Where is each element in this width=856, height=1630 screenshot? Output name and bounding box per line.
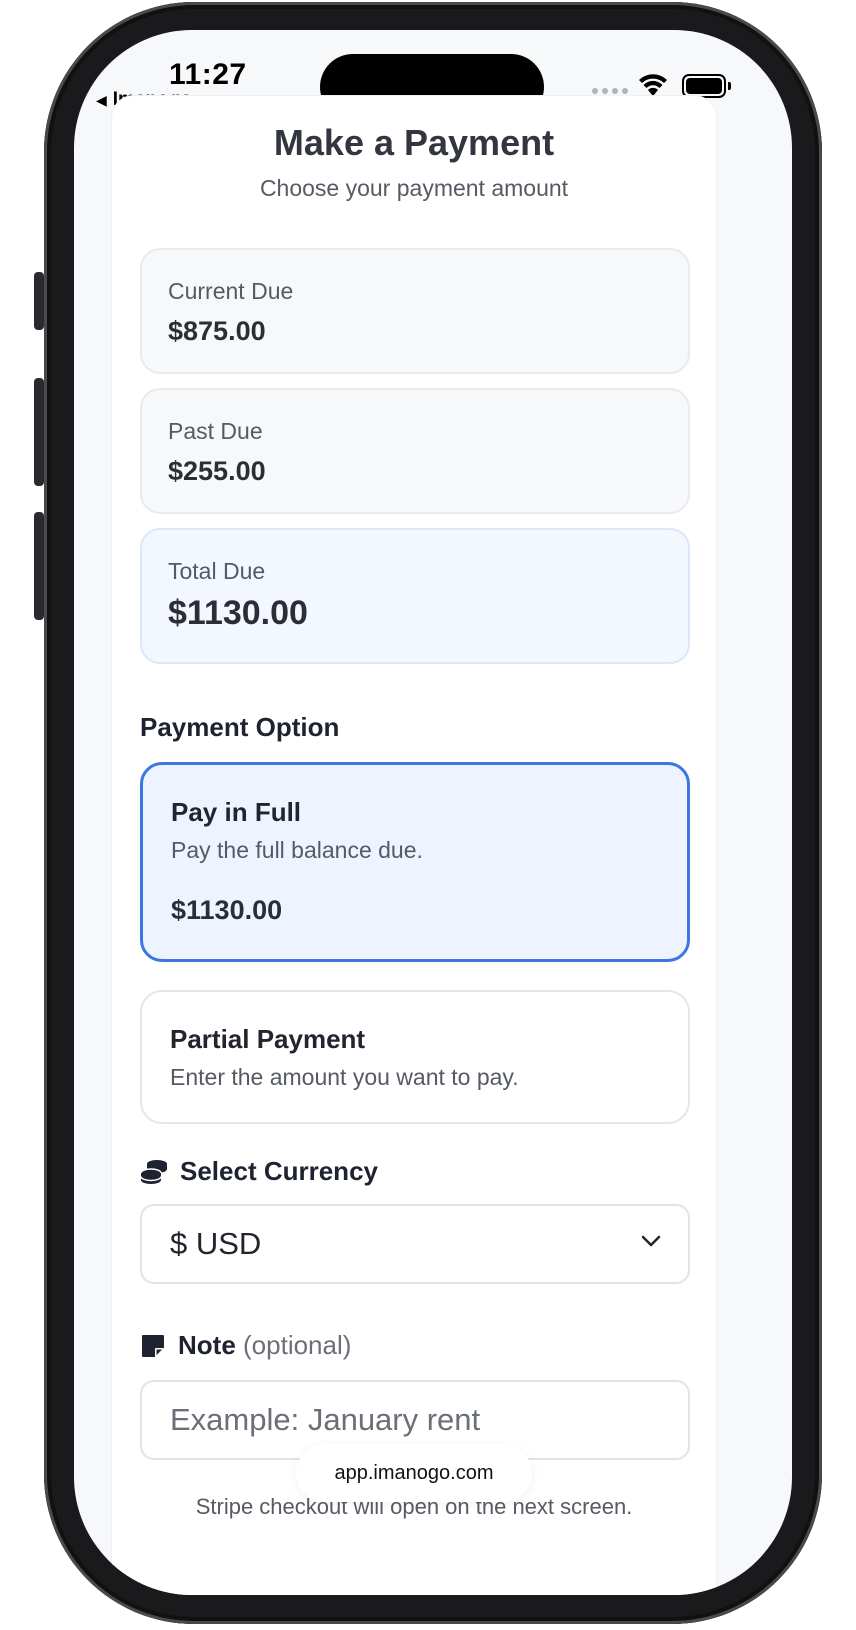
partial-payment-description: Enter the amount you want to pay. [170,1064,519,1090]
pay-in-full-description: Pay the full balance due. [171,837,423,863]
total-due-amount: $1130.00 [168,594,308,632]
total-due-box: Total Due $1130.00 [140,528,690,664]
cellular-signal-icon [592,88,628,94]
note-optional-label: (optional) [243,1330,352,1360]
action-button [34,272,44,330]
pay-in-full-option[interactable]: Pay in Full Pay the full balance due. $1… [140,762,690,962]
currency-label-row: Select Currency [140,1156,378,1187]
current-due-amount: $875.00 [168,316,266,346]
total-due-label: Total Due [168,558,266,584]
coins-icon [140,1159,167,1184]
volume-up-button [34,378,44,486]
currency-select[interactable]: $ USD [140,1204,690,1284]
current-due-box: Current Due $875.00 [140,248,690,374]
past-due-box: Past Due $255.00 [140,388,690,514]
page-subtitle: Choose your payment amount [259,175,569,201]
note-label: Note [178,1330,236,1360]
chevron-down-icon [641,1235,661,1247]
phone-screen: 11:27 ◀Imanogo Make a Payment Choose you… [74,30,792,1595]
currency-label: Select Currency [180,1156,378,1186]
past-due-amount: $255.00 [168,456,266,486]
note-label-row: Note (optional) [140,1330,351,1361]
currency-selected-value: $ USD [170,1226,262,1261]
sticky-note-icon [142,1334,164,1357]
partial-payment-title: Partial Payment [170,1024,366,1054]
volume-down-button [34,512,44,620]
payment-card: Make a Payment Choose your payment amoun… [112,96,716,1595]
pay-in-full-title: Pay in Full [171,797,302,827]
current-due-label: Current Due [168,278,294,304]
past-due-label: Past Due [168,418,263,444]
payment-option-label: Payment Option [140,712,340,742]
back-triangle-icon: ◀ [96,92,107,108]
wifi-icon [639,74,667,96]
status-time: 11:27 [169,58,247,91]
partial-payment-option[interactable]: Partial Payment Enter the amount you wan… [140,990,690,1124]
battery-icon [682,74,731,98]
pay-in-full-amount: $1130.00 [171,895,283,925]
page-title: Make a Payment [273,122,555,163]
browser-url-bar[interactable]: app.imanogo.com [296,1444,532,1502]
